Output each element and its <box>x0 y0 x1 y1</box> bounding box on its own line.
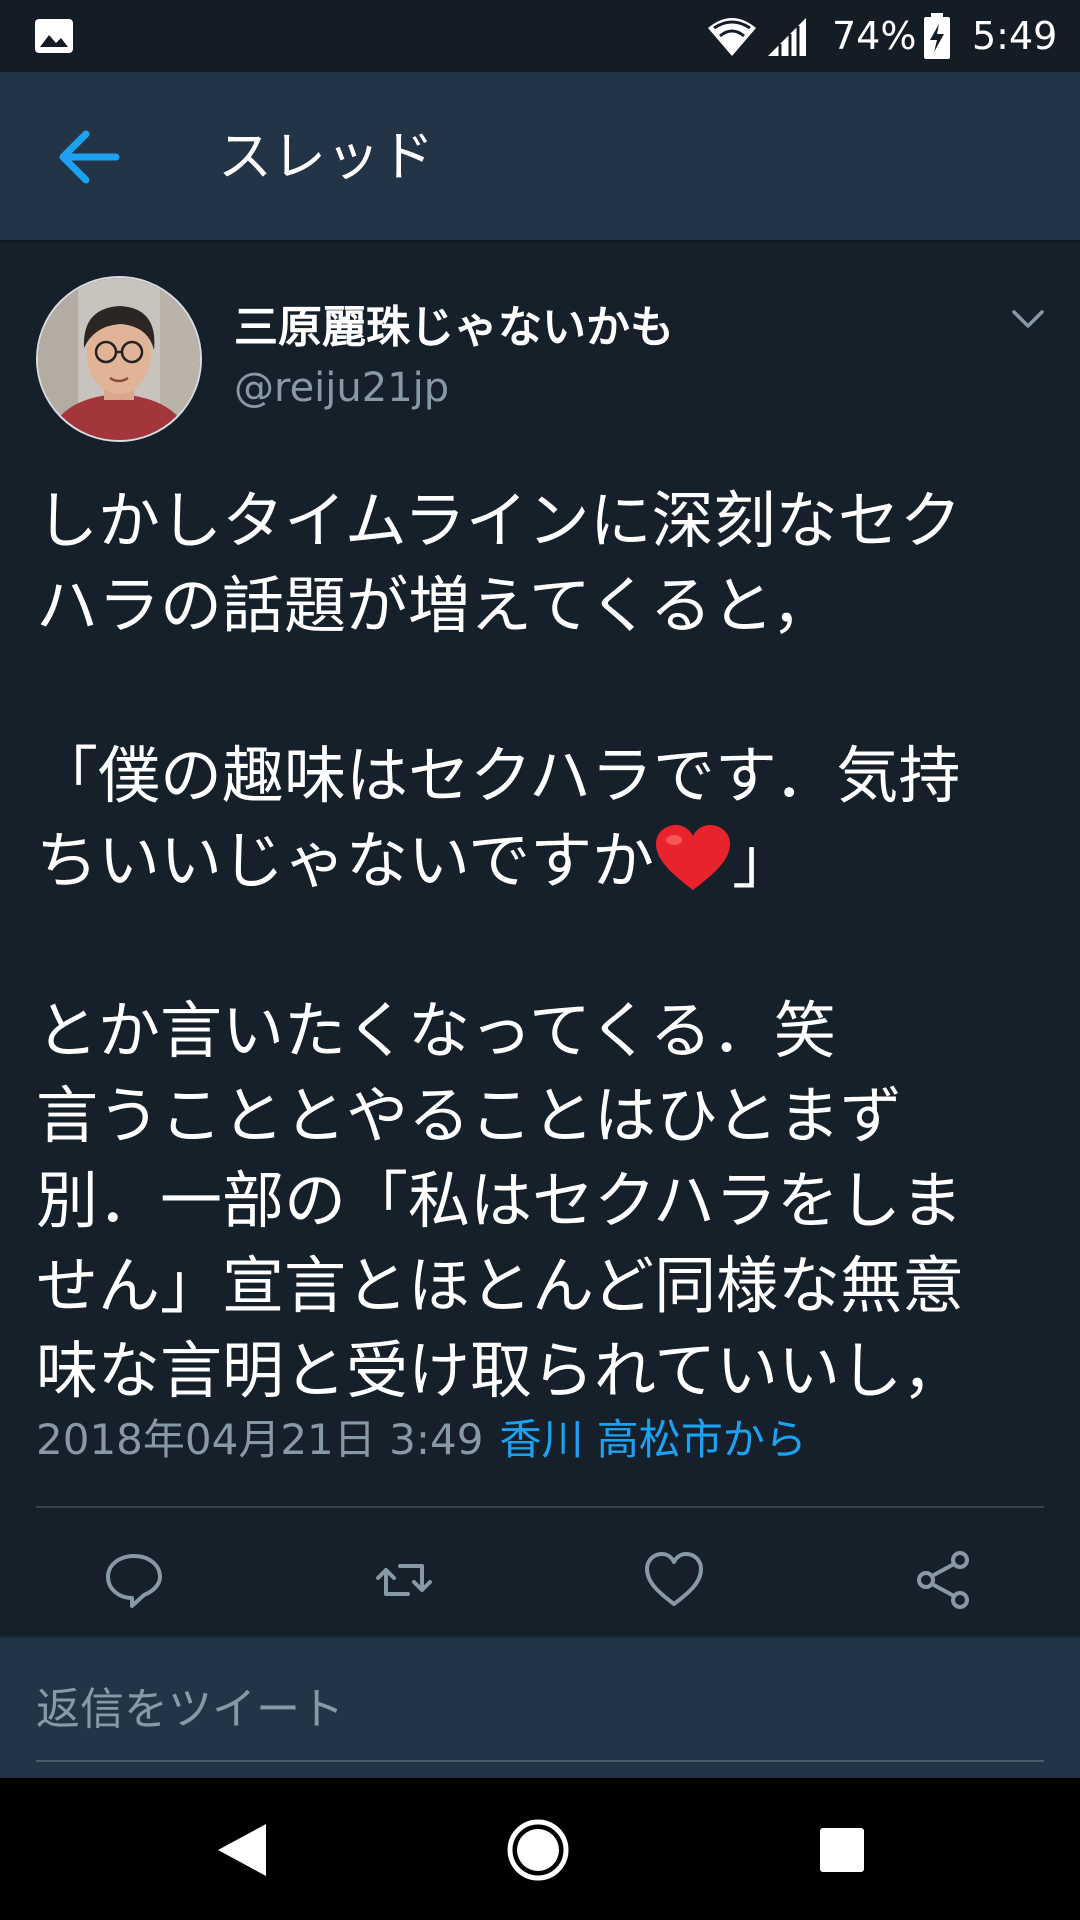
heart-icon[interactable] <box>642 1548 706 1612</box>
wifi-icon <box>708 18 756 56</box>
signal-icon <box>768 18 806 56</box>
tweet-timestamp: 2018年04月21日 3:49 <box>36 1415 484 1464</box>
nav-recents-icon[interactable] <box>810 1818 874 1882</box>
tweet-line-with-emoji: ちいいじゃないですか 」 <box>36 818 1046 903</box>
tweet-line: とか言いたくなってくる．笑 <box>36 994 836 1067</box>
gallery-notification-icon <box>35 19 73 53</box>
tweet-line-text: ちいいじゃないですか <box>36 824 655 897</box>
avatar[interactable] <box>36 276 202 442</box>
reply-input[interactable]: 返信をツイート <box>36 1682 344 1738</box>
comment-icon[interactable] <box>102 1548 166 1612</box>
battery-charging-icon <box>924 13 950 59</box>
reply-bar: 返信をツイート <box>0 1636 1080 1780</box>
share-icon[interactable] <box>912 1548 976 1612</box>
tweet-line: 味な言明と受け取られていいし， <box>36 1334 965 1407</box>
navigation-bar <box>0 1778 1080 1920</box>
arrow-left-icon[interactable] <box>56 124 122 190</box>
tweet-location-link[interactable]: 香川 高松市から <box>499 1415 806 1464</box>
nav-back-icon[interactable] <box>210 1818 274 1882</box>
clock: 5:49 <box>972 14 1058 58</box>
red-heart-emoji-icon <box>656 825 731 890</box>
page-title: スレッド <box>218 125 434 188</box>
tweet-line: ハラの話題が増えてくると， <box>36 569 834 642</box>
tweet-line-text: 」 <box>732 824 795 897</box>
chevron-down-icon[interactable] <box>1010 300 1046 336</box>
tweet-meta: 2018年04月21日 3:49 香川 高松市から <box>36 1412 807 1468</box>
display-name[interactable]: 三原麗珠じゃないかも <box>234 300 674 356</box>
user-handle[interactable]: @reiju21jp <box>234 362 449 414</box>
tweet-line: 「僕の趣味はセクハラです．気持 <box>36 739 961 812</box>
nav-home-icon[interactable] <box>506 1818 570 1882</box>
divider <box>36 1506 1044 1508</box>
tweet-line: 言うこととやることはひとまず <box>36 1079 903 1152</box>
tweet-line: 別．一部の「私はセクハラをしま <box>36 1164 963 1237</box>
tweet-line: しかしタイムラインに深刻なセク <box>36 484 962 557</box>
tweet-text: しかしタイムラインに深刻なセク ハラの話題が増えてくると， 「僕の趣味はセクハラ… <box>36 478 1046 1413</box>
status-bar: 74% 5:49 <box>0 0 1080 72</box>
reply-input-underline <box>36 1760 1044 1762</box>
battery-percent: 74% <box>832 14 917 58</box>
avatar-image <box>38 278 200 440</box>
retweet-icon[interactable] <box>372 1548 436 1612</box>
app-bar: スレッド <box>0 72 1080 240</box>
tweet-line: せん」宣言とほとんど同様な無意 <box>36 1249 965 1322</box>
